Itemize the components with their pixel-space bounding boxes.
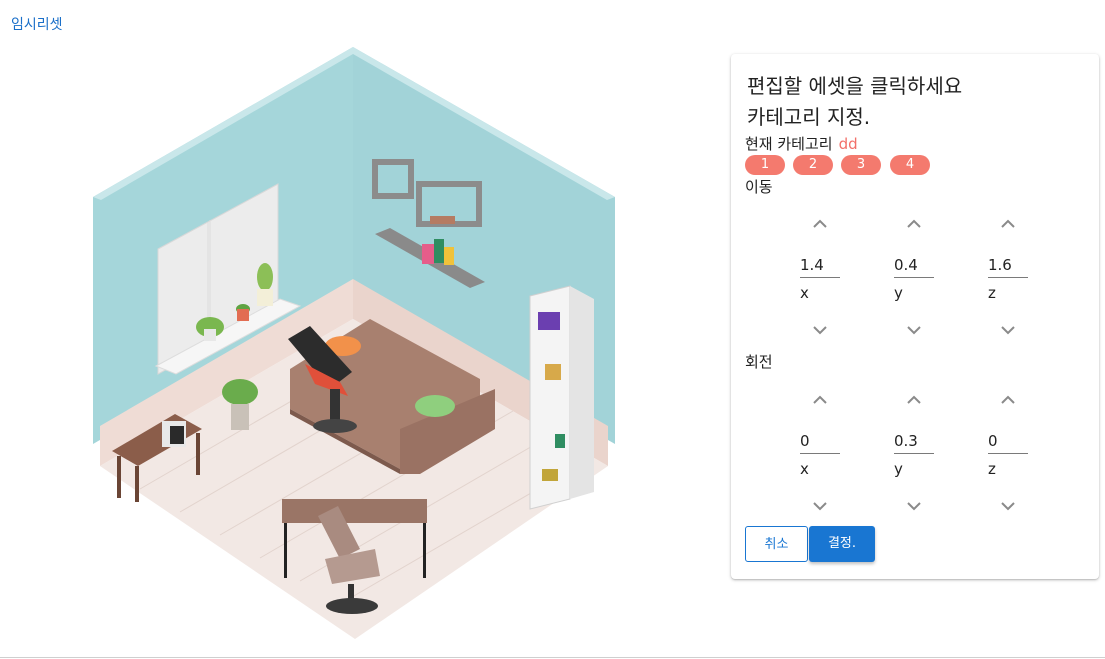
axis-label: y [894,460,903,478]
category-label: 현재 카테고리 [745,135,833,153]
chevron-up-icon[interactable] [810,214,830,234]
move-z-stepper: 1.6 z [988,214,1038,354]
category-chip-4[interactable]: 4 [890,155,930,175]
category-chip-3[interactable]: 3 [841,155,881,175]
category-value: dd [838,135,858,153]
bookcase [529,285,594,510]
rotate-y-input[interactable]: 0.3 [894,432,934,454]
chevron-down-icon[interactable] [904,320,924,340]
edit-panel: 편집할 에셋을 클릭하세요 카테고리 지정. 현재 카테고리 dd 1 2 3 4… [731,54,1099,579]
rotate-x-stepper: 0 x [800,390,850,530]
move-z-input[interactable]: 1.6 [988,256,1028,278]
panel-subtitle: 카테고리 지정. [747,105,871,129]
rotate-x-input[interactable]: 0 [800,432,840,454]
move-x-input[interactable]: 1.4 [800,256,840,278]
rotate-z-stepper: 0 z [988,390,1038,530]
axis-label: y [894,284,903,302]
move-label: 이동 [745,178,773,196]
axis-label: x [800,460,809,478]
chevron-down-icon[interactable] [904,496,924,516]
chevron-up-icon[interactable] [810,390,830,410]
chevron-down-icon[interactable] [810,320,830,340]
chevron-up-icon[interactable] [904,390,924,410]
room-scene[interactable] [90,44,620,644]
move-y-stepper: 0.4 y [894,214,944,354]
axis-label: z [988,284,996,302]
category-chip-1[interactable]: 1 [745,155,785,175]
rotate-label: 회전 [745,353,773,371]
move-y-input[interactable]: 0.4 [894,256,934,278]
category-row: 현재 카테고리 dd [745,133,858,154]
rotate-z-input[interactable]: 0 [988,432,1028,454]
chevron-up-icon[interactable] [998,214,1018,234]
chevron-up-icon[interactable] [904,214,924,234]
bottom-divider [0,657,1105,658]
chevron-down-icon[interactable] [998,320,1018,340]
confirm-button[interactable]: 결정. [809,526,875,562]
panel-title: 편집할 에셋을 클릭하세요 [747,74,963,98]
chevron-up-icon[interactable] [998,390,1018,410]
axis-label: z [988,460,996,478]
category-chip-2[interactable]: 2 [793,155,833,175]
reset-link[interactable]: 임시리셋 [11,14,63,34]
move-x-stepper: 1.4 x [800,214,850,354]
rotate-y-stepper: 0.3 y [894,390,944,530]
axis-label: x [800,284,809,302]
chevron-down-icon[interactable] [998,496,1018,516]
cancel-button[interactable]: 취소 [745,526,808,562]
chevron-down-icon[interactable] [810,496,830,516]
